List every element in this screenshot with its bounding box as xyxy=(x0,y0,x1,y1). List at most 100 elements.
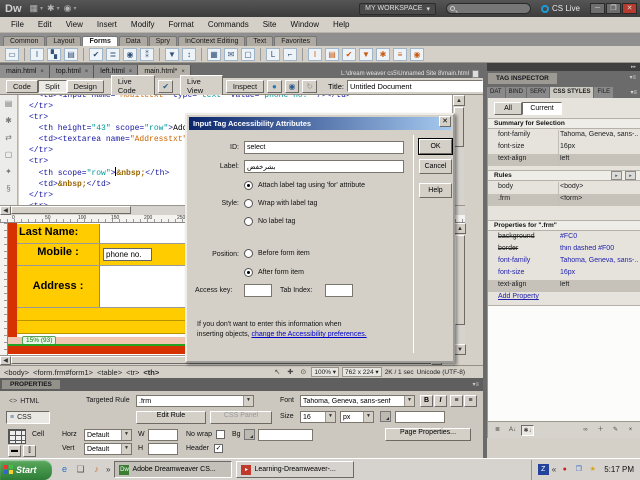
tray-collapse-icon[interactable]: « xyxy=(552,465,556,474)
hidden-field-icon[interactable]: ▚ xyxy=(47,47,61,61)
menu-edit[interactable]: Edit xyxy=(31,18,59,31)
css-row[interactable]: .frm <form> xyxy=(488,194,640,206)
italic-button[interactable]: I xyxy=(434,395,447,407)
panel-tab-file[interactable]: FILE xyxy=(594,87,614,98)
help-button[interactable]: Help xyxy=(419,183,452,198)
show-category-view-icon[interactable]: ≣ xyxy=(491,425,504,436)
style-option[interactable]: Attach label tag using 'for' attribute xyxy=(244,181,365,190)
select-parent-icon[interactable]: ✦ xyxy=(3,167,15,176)
text-field-icon[interactable]: I xyxy=(30,47,44,61)
scroll-thumb[interactable] xyxy=(11,206,131,214)
close-tab-icon[interactable]: × xyxy=(181,69,185,75)
cancel-button[interactable]: Cancel xyxy=(419,159,452,174)
align-left-button[interactable]: ≡ xyxy=(450,395,463,407)
show-cascade-icon[interactable]: ▸ xyxy=(611,171,622,180)
menu-file[interactable]: File xyxy=(4,18,31,31)
menu-commands[interactable]: Commands xyxy=(201,18,256,31)
show-set-properties-icon[interactable]: ✱↓ xyxy=(521,424,534,436)
insert-tab-forms[interactable]: Forms xyxy=(82,36,118,46)
delete-rule-icon[interactable]: × xyxy=(624,425,637,436)
insert-tab-data[interactable]: Data xyxy=(118,36,148,46)
tag-selector-item[interactable]: <table> xyxy=(97,368,122,377)
inspect-button[interactable]: Inspect xyxy=(225,79,265,93)
spry-textarea-icon[interactable]: ▤ xyxy=(325,47,339,61)
accessibility-preferences-link[interactable]: change the Accessibility preferences. xyxy=(251,331,366,338)
css-row[interactable]: font-family Tahoma, Geneva, sans-... xyxy=(488,130,640,142)
button-icon[interactable]: ▢ xyxy=(241,47,255,61)
id-input[interactable] xyxy=(244,141,404,154)
close-tab-icon[interactable]: × xyxy=(40,69,44,75)
menu-modify[interactable]: Modify xyxy=(124,18,162,31)
scroll-left-arrow[interactable]: ◀ xyxy=(0,206,11,215)
insert-tab-spry[interactable]: Spry xyxy=(148,36,178,46)
menu-format[interactable]: Format xyxy=(161,18,200,31)
radio-button-icon[interactable] xyxy=(244,268,253,277)
expand-all-icon[interactable]: ▢ xyxy=(3,150,15,159)
select-tool-icon[interactable]: ↖ xyxy=(272,368,282,376)
document-tab[interactable]: top.html × xyxy=(49,65,95,78)
scroll-left-arrow[interactable]: ◀ xyxy=(0,356,11,365)
tablet-utility-icon[interactable]: Z xyxy=(537,464,549,475)
image-field-icon[interactable]: ▦ xyxy=(207,47,221,61)
bold-button[interactable]: B xyxy=(420,395,433,407)
height-input[interactable] xyxy=(148,443,178,455)
internet-explorer-icon[interactable]: e xyxy=(58,463,71,476)
jump-menu-icon[interactable]: ↕ xyxy=(182,47,196,61)
vert-select[interactable]: Default ▼ xyxy=(84,443,132,455)
zoom-tool-icon[interactable]: ⊙ xyxy=(298,368,308,376)
scroll-up-arrow[interactable]: ▲ xyxy=(454,223,466,234)
panel-tab-bind[interactable]: BIND xyxy=(505,87,526,98)
spry-select-icon[interactable]: ▼ xyxy=(359,47,373,61)
color-value-input[interactable] xyxy=(395,411,445,423)
file-field-icon[interactable]: ✉ xyxy=(224,47,238,61)
layout-switcher-icon[interactable]: ▦ ▾ xyxy=(30,3,44,14)
extend-icon[interactable]: ✱ ▾ xyxy=(47,3,60,14)
insert-tab-layout[interactable]: Layout xyxy=(46,36,82,46)
task-button[interactable]: Dw Adobe Dreamweaver CS... xyxy=(114,461,233,478)
menu-view[interactable]: View xyxy=(59,18,90,31)
label-cell[interactable]: Address : xyxy=(17,266,100,307)
mobile-text-input[interactable] xyxy=(103,248,152,261)
radio-group-icon[interactable]: ⁑ xyxy=(140,47,154,61)
style-option[interactable]: Wrap with label tag xyxy=(244,199,317,208)
radio-button-icon[interactable] xyxy=(244,249,253,258)
current-button[interactable]: Current xyxy=(522,102,562,115)
hand-tool-icon[interactable]: ✚ xyxy=(285,368,295,376)
bg-value-input[interactable] xyxy=(258,429,313,441)
fieldset-icon[interactable]: ⌐ xyxy=(283,47,297,61)
live-view-button[interactable]: Live View xyxy=(180,75,223,97)
check-browser-icon[interactable]: ✔ xyxy=(158,79,174,93)
position-option[interactable]: After form item xyxy=(244,268,304,277)
show-desktop-icon[interactable]: ❏ xyxy=(74,463,87,476)
tab-index-input[interactable] xyxy=(325,284,353,297)
show-summary-icon[interactable]: ▸ xyxy=(625,171,636,180)
add-property-link[interactable]: Add Property xyxy=(498,293,539,300)
visual-aids-icon[interactable]: ◉ xyxy=(284,79,300,93)
insert-tab-common[interactable]: Common xyxy=(3,36,46,46)
width-input[interactable] xyxy=(148,429,178,441)
restore-button[interactable]: ❐ xyxy=(606,3,621,14)
insert-tab-text[interactable]: Text xyxy=(246,36,274,46)
label-icon[interactable]: L xyxy=(266,47,280,61)
add-property-row[interactable]: Add Property xyxy=(488,292,640,304)
radio-button-icon[interactable] xyxy=(244,181,253,190)
show-list-view-icon[interactable]: A↓ xyxy=(506,425,519,436)
panel-menu-icon[interactable]: ▾≡ xyxy=(627,87,640,98)
close-button[interactable]: ✕ xyxy=(622,3,637,14)
font-select[interactable]: Tahoma, Geneva, sans-serif ▼ xyxy=(300,395,415,407)
messenger-icon[interactable]: ● xyxy=(559,464,570,475)
panel-tab-css-styles[interactable]: CSS STYLES xyxy=(550,87,594,98)
edit-rule-button[interactable]: Edit Rule xyxy=(136,411,206,424)
tag-inspector-tab[interactable]: TAG INSPECTOR xyxy=(488,73,557,84)
menu-help[interactable]: Help xyxy=(326,18,356,31)
dialog-titlebar[interactable]: Input Tag Accessibility Attributes xyxy=(189,117,451,130)
checkbox-group-icon[interactable]: ≣ xyxy=(106,47,120,61)
no-wrap-checkbox[interactable] xyxy=(216,430,225,439)
minimize-button[interactable]: ─ xyxy=(590,3,605,14)
document-tab[interactable]: main.html × xyxy=(0,65,50,78)
panel-tab-dat[interactable]: DAT xyxy=(487,87,505,98)
zoom-level-select[interactable]: 100% ▾ xyxy=(311,367,340,377)
spry-radio-group-icon[interactable]: ◉ xyxy=(410,47,424,61)
form-icon[interactable]: ▭ xyxy=(5,47,19,61)
bg-color-swatch[interactable] xyxy=(244,429,255,440)
